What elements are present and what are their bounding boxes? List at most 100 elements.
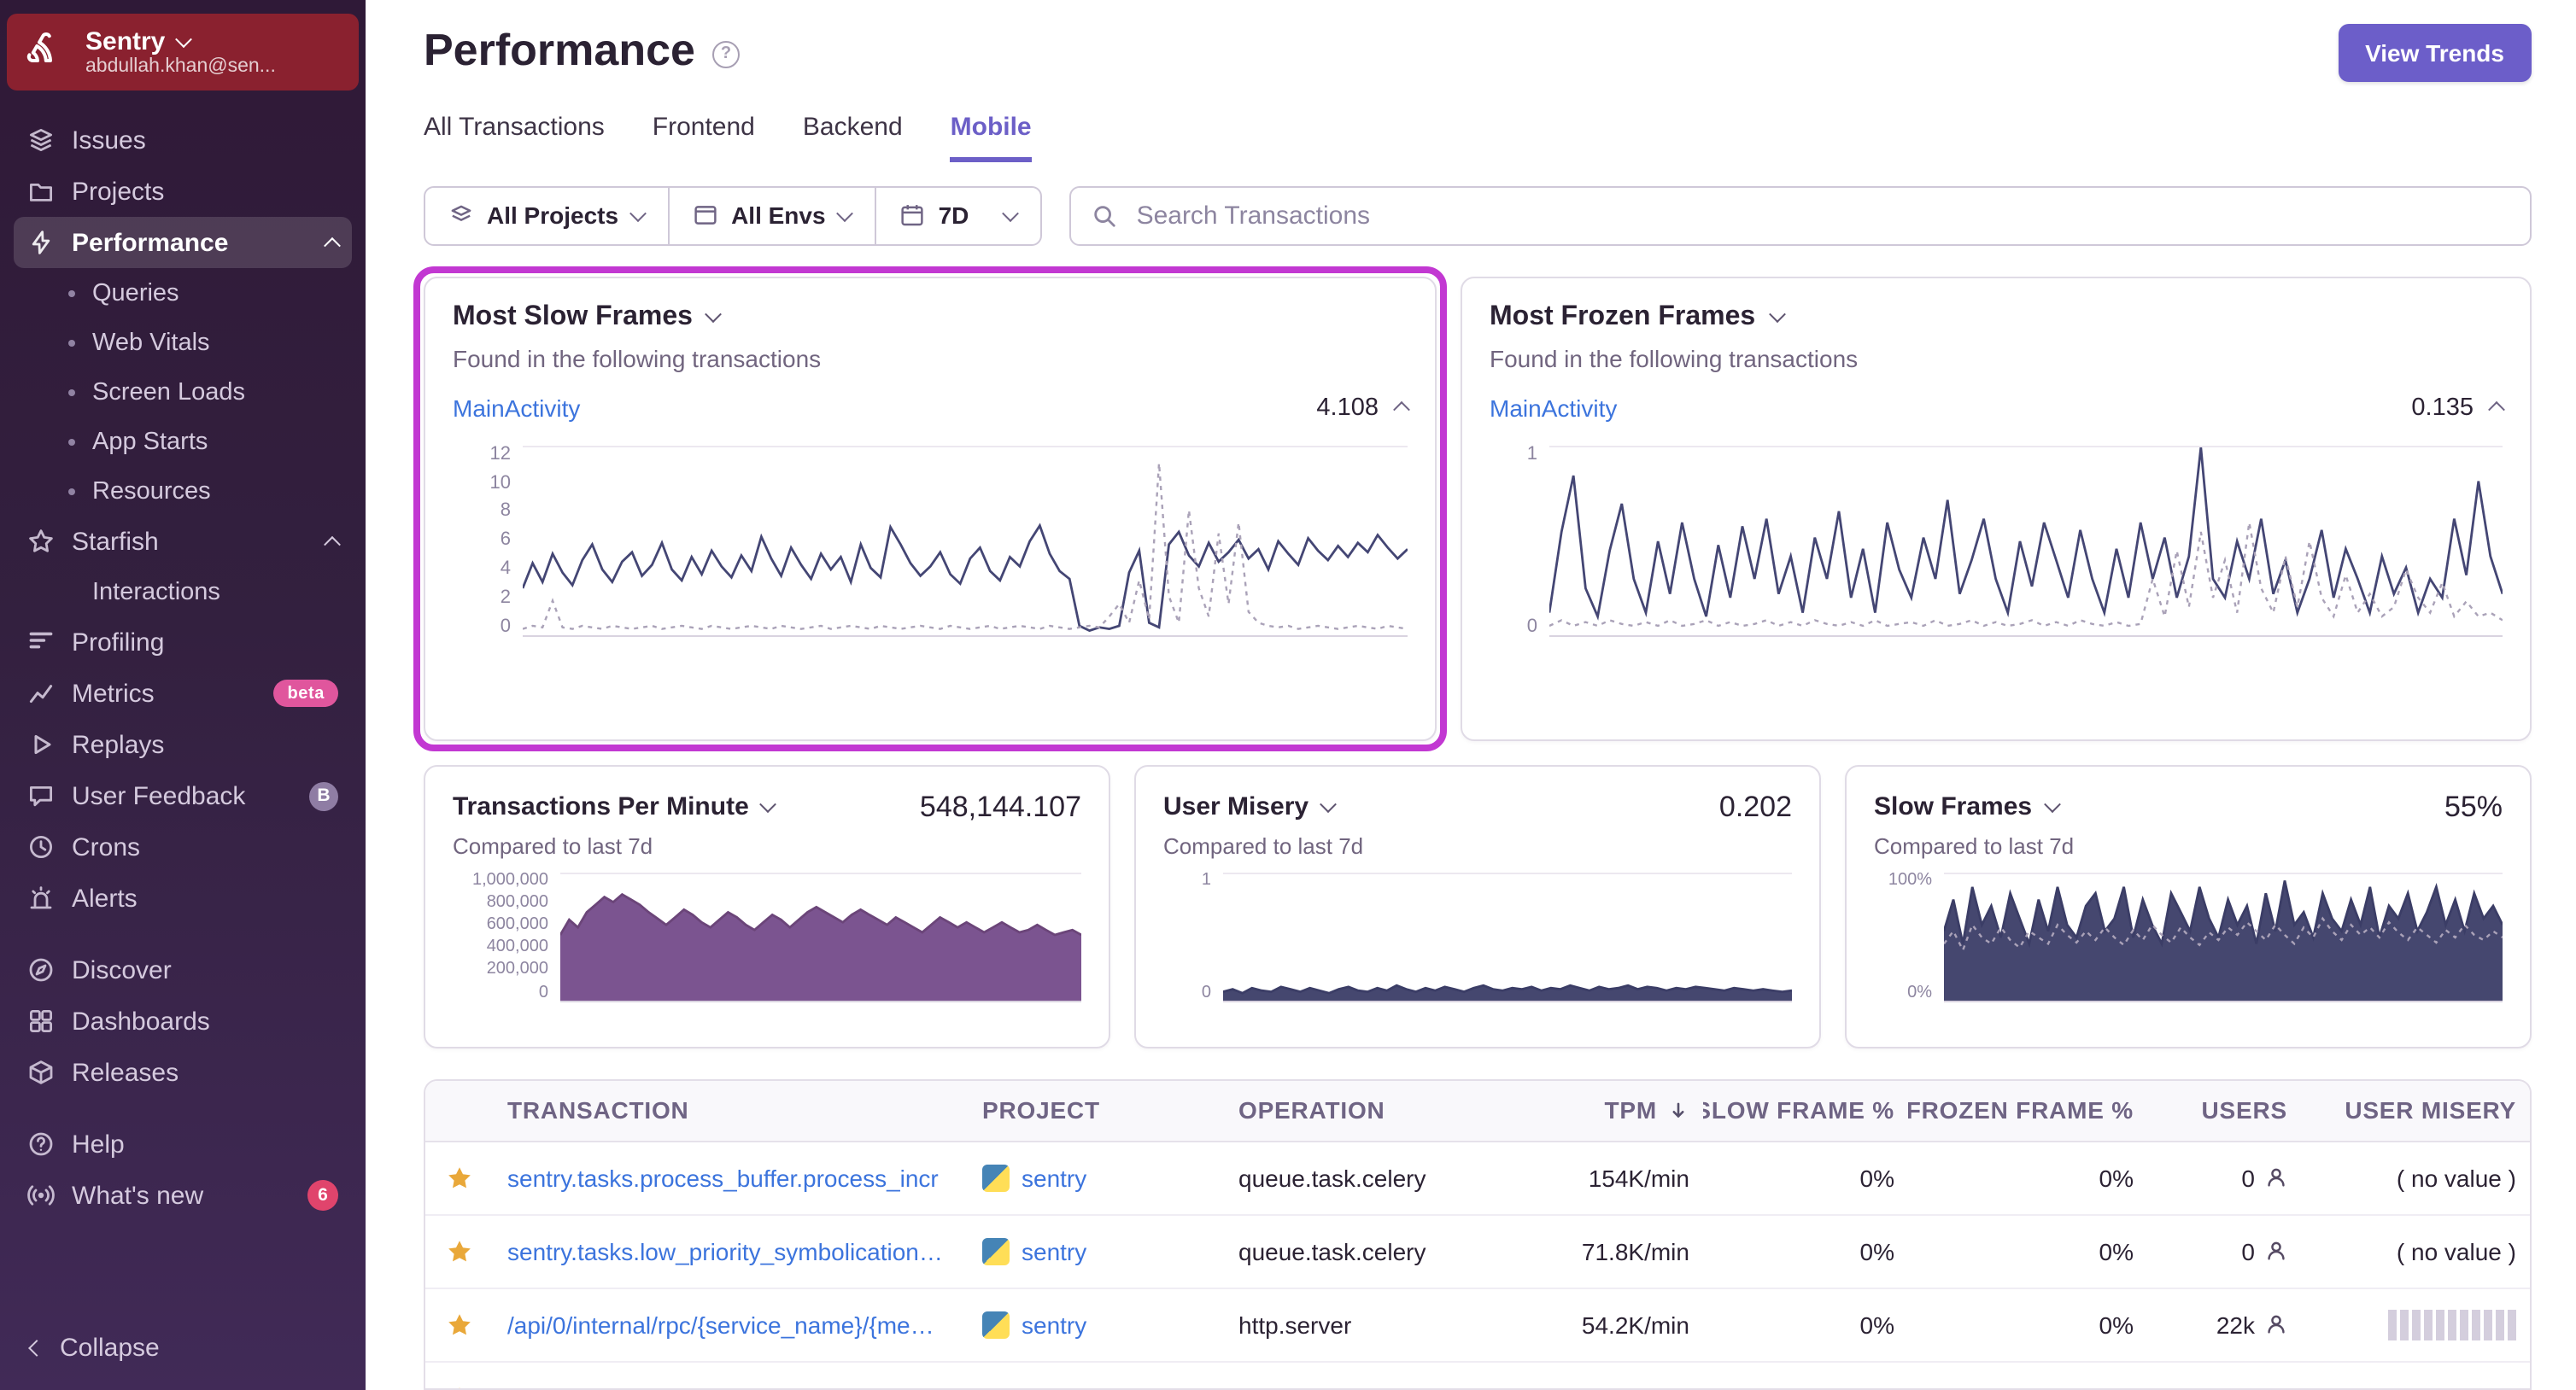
project-link[interactable]: sentry <box>1022 1237 1086 1264</box>
issues-icon <box>30 129 52 151</box>
table-row: /api/0/internal/rpc/{service_name}/{me… … <box>425 1288 2530 1363</box>
collapse-row-button[interactable] <box>1393 401 1410 419</box>
sidebar-item-discover[interactable]: Discover <box>0 944 366 996</box>
sidebar-item-label: Queries <box>92 279 179 307</box>
sidebar-item-web-vitals[interactable]: Web Vitals <box>0 318 366 367</box>
panel-subtitle: Compared to last 7d <box>1874 832 2075 859</box>
col-slow-frame[interactable]: SLOW FRAME % <box>1703 1096 1908 1124</box>
star-icon <box>459 1387 460 1388</box>
sidebar-item-alerts[interactable]: Alerts <box>0 873 366 924</box>
col-frozen-frame[interactable]: FROZEN FRAME % <box>1908 1096 2147 1124</box>
star-icon <box>448 1166 471 1188</box>
sidebar-item-queries[interactable]: Queries <box>0 268 366 318</box>
sidebar-item-profiling[interactable]: Profiling <box>0 616 366 668</box>
transaction-link[interactable]: MainActivity <box>453 394 580 421</box>
most-frozen-frames-dropdown[interactable]: Most Frozen Frames <box>1490 301 2503 332</box>
col-tpm[interactable]: TPM <box>1507 1096 1703 1124</box>
chevron-down-icon <box>629 204 647 222</box>
sort-descending-icon <box>1672 1101 1684 1118</box>
most-frozen-frames-panel: Most Frozen Frames Found in the followin… <box>1461 276 2532 741</box>
user-misery-panel: User Misery 0.202 Compared to last 7d 10 <box>1134 764 1821 1048</box>
user-icon <box>2268 1242 2285 1260</box>
col-user-misery[interactable]: USER MISERY <box>2301 1096 2530 1124</box>
most-slow-frames-dropdown[interactable]: Most Slow Frames <box>453 301 1408 332</box>
panel-title: User Misery <box>1163 792 1309 822</box>
sidebar-item-help[interactable]: Help <box>0 1118 366 1170</box>
table-header-row: TRANSACTION PROJECT OPERATION TPM SLOW F… <box>425 1080 2530 1142</box>
project-link[interactable]: sentry <box>1022 1164 1086 1191</box>
frozen-frames-line-chart <box>1549 445 2503 637</box>
sidebar-item-issues[interactable]: Issues <box>0 114 366 166</box>
slow-frame-value: 0% <box>1859 1237 1894 1265</box>
tab-backend[interactable]: Backend <box>803 113 903 162</box>
sidebar-item-performance[interactable]: Performance <box>14 217 352 268</box>
col-operation[interactable]: OPERATION <box>1225 1096 1507 1124</box>
transaction-link[interactable]: MainActivity <box>1490 394 1617 421</box>
main-content: Performance View Trends All Transactions… <box>366 0 2576 1390</box>
transaction-link[interactable]: sentry.tasks.low_priority_symbolication… <box>507 1237 943 1264</box>
search-input[interactable] <box>1133 199 2509 232</box>
sidebar-item-projects[interactable]: Projects <box>0 166 366 217</box>
environments-filter-button[interactable]: All Envs <box>670 188 877 244</box>
sidebar-item-user-feedback[interactable]: User Feedback B <box>0 770 366 821</box>
col-transaction[interactable]: TRANSACTION <box>494 1096 969 1124</box>
play-icon <box>34 734 51 755</box>
favorite-star-button[interactable] <box>425 1384 494 1388</box>
sidebar-item-crons[interactable]: Crons <box>0 821 366 873</box>
sidebar-collapse-button[interactable]: Collapse <box>0 1322 366 1390</box>
favorite-star-button[interactable] <box>425 1164 494 1191</box>
search-transactions-field <box>1069 186 2532 246</box>
sidebar-item-label: Profiling <box>72 628 165 657</box>
help-tooltip-icon[interactable] <box>711 40 740 67</box>
view-trends-button[interactable]: View Trends <box>2338 24 2532 82</box>
slow-frames-dropdown[interactable]: Slow Frames <box>1874 792 2060 821</box>
project-platform-icon <box>982 1164 1010 1192</box>
sidebar-item-dashboards[interactable]: Dashboards <box>0 996 366 1047</box>
date-filter-label: 7D <box>938 201 969 230</box>
sidebar-item-metrics[interactable]: Metrics beta <box>0 668 366 719</box>
sidebar-item-label: Replays <box>72 730 165 759</box>
sidebar-item-label: Screen Loads <box>92 378 245 406</box>
sidebar-item-releases[interactable]: Releases <box>0 1047 366 1098</box>
chevron-down-icon <box>1002 204 1020 222</box>
projects-filter-button[interactable]: All Projects <box>425 188 670 244</box>
date-range-filter-button[interactable]: 7D <box>877 188 1041 243</box>
sidebar-item-starfish[interactable]: Starfish <box>0 516 366 567</box>
sidebar-item-interactions[interactable]: Interactions <box>0 567 366 616</box>
sentry-logo <box>24 27 68 77</box>
chevron-up-icon <box>324 236 341 254</box>
tpm-dropdown[interactable]: Transactions Per Minute <box>453 792 777 822</box>
transaction-link[interactable]: /api/0/internal/rpc/{service_name}/{me… <box>507 1311 934 1338</box>
calendar-icon <box>901 205 924 226</box>
project-platform-icon <box>982 1237 1010 1265</box>
bullet-icon <box>68 438 75 445</box>
user-misery-dropdown[interactable]: User Misery <box>1163 792 1338 822</box>
tab-frontend[interactable]: Frontend <box>653 113 755 162</box>
collapse-label: Collapse <box>60 1333 160 1362</box>
sidebar-item-label: Resources <box>92 477 211 505</box>
panel-title: Transactions Per Minute <box>453 792 749 822</box>
sidebar-item-app-starts[interactable]: App Starts <box>0 417 366 466</box>
sidebar-item-screen-loads[interactable]: Screen Loads <box>0 367 366 417</box>
tab-mobile[interactable]: Mobile <box>950 113 1032 162</box>
org-email: abdullah.khan@sen... <box>85 56 276 77</box>
y-axis: 100% 0% <box>1888 870 1932 1002</box>
transaction-link[interactable]: sentry.tasks.process_buffer.process_incr <box>507 1164 939 1191</box>
transactions-table: TRANSACTION PROJECT OPERATION TPM SLOW F… <box>424 1078 2532 1390</box>
project-link[interactable]: sentry <box>1022 1311 1086 1338</box>
broadcast-icon <box>27 1185 55 1206</box>
sidebar-item-resources[interactable]: Resources <box>0 466 366 516</box>
collapse-row-button[interactable] <box>2488 401 2505 419</box>
panel-subtitle: Compared to last 7d <box>1163 832 1364 859</box>
tab-all-transactions[interactable]: All Transactions <box>424 113 605 162</box>
col-project[interactable]: PROJECT <box>969 1096 1225 1124</box>
sidebar-item-replays[interactable]: Replays <box>0 719 366 770</box>
org-switcher[interactable]: Sentry abdullah.khan@sen... <box>7 14 359 91</box>
sidebar-item-label: Discover <box>72 955 172 984</box>
slow-frames-area-chart <box>1944 872 2503 1002</box>
favorite-star-button[interactable] <box>425 1237 494 1264</box>
sidebar-item-whats-new[interactable]: What's new 6 <box>0 1170 366 1221</box>
bullet-icon <box>68 488 75 494</box>
col-users[interactable]: USERS <box>2147 1096 2301 1124</box>
favorite-star-button[interactable] <box>425 1311 494 1338</box>
